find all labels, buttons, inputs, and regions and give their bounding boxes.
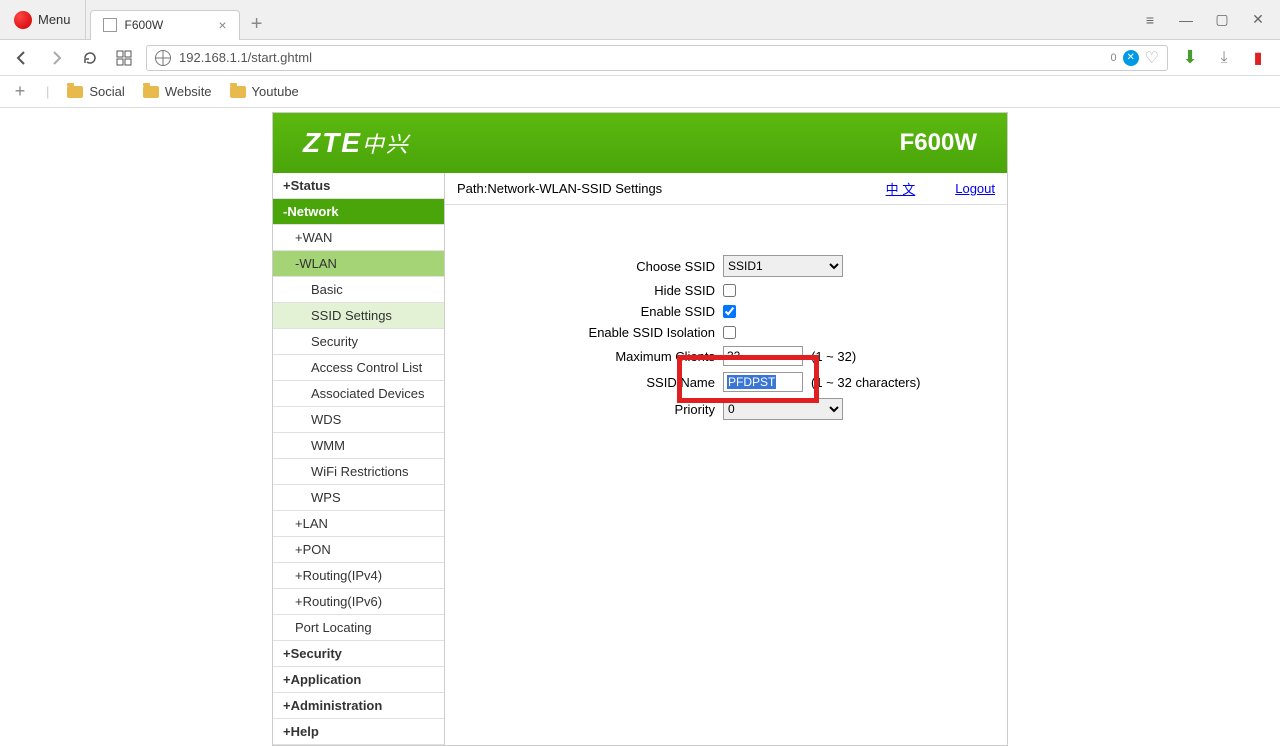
bookmark-website[interactable]: Website <box>143 84 212 99</box>
priority-select[interactable]: 0 <box>723 398 843 420</box>
zte-logo: ZTE中兴 <box>303 127 410 159</box>
sidebar-item-basic[interactable]: Basic <box>273 277 444 303</box>
sidebar-item-acl[interactable]: Access Control List <box>273 355 444 381</box>
language-link[interactable]: 中 文 <box>886 179 916 198</box>
back-button[interactable] <box>10 46 34 70</box>
adblock-icon[interactable]: ✕ <box>1123 50 1139 66</box>
opera-menu-button[interactable]: Menu <box>0 0 86 39</box>
breadcrumb: Path:Network-WLAN-SSID Settings <box>457 181 662 196</box>
download-tray-icon[interactable]: ⤓ <box>1212 46 1236 70</box>
max-clients-hint: (1 ~ 32) <box>811 349 856 364</box>
url-text: 192.168.1.1/start.ghtml <box>179 50 312 65</box>
browser-tab[interactable]: F600W × <box>90 10 240 40</box>
opera-logo-icon <box>14 11 32 29</box>
bookmark-social[interactable]: Social <box>67 84 124 99</box>
model-label: F600W <box>900 129 977 157</box>
isolation-label: Enable SSID Isolation <box>465 325 715 340</box>
max-clients-input[interactable] <box>723 346 803 366</box>
blocker-count: 0 <box>1111 52 1117 64</box>
sidebar-item-wifi-restrictions[interactable]: WiFi Restrictions <box>273 459 444 485</box>
add-bookmark-button[interactable]: + <box>12 84 28 100</box>
hide-ssid-label: Hide SSID <box>465 283 715 298</box>
enable-ssid-label: Enable SSID <box>465 304 715 319</box>
sidebar-item-wps[interactable]: WPS <box>273 485 444 511</box>
sidebar-toggle-icon[interactable]: ▮ <box>1246 46 1270 70</box>
max-clients-label: Maximum Clients <box>465 349 715 364</box>
choose-ssid-label: Choose SSID <box>465 259 715 274</box>
choose-ssid-select[interactable]: SSID1 <box>723 255 843 277</box>
sidebar-item-lan[interactable]: +LAN <box>273 511 444 537</box>
new-tab-button[interactable]: + <box>242 10 272 40</box>
maximize-button[interactable]: ▢ <box>1208 6 1236 34</box>
folder-icon <box>230 86 246 98</box>
sidebar-item-pon[interactable]: +PON <box>273 537 444 563</box>
folder-icon <box>67 86 83 98</box>
reload-button[interactable] <box>78 46 102 70</box>
sidebar-item-security[interactable]: +Security <box>273 641 444 667</box>
priority-label: Priority <box>465 402 715 417</box>
sidebar-item-associated[interactable]: Associated Devices <box>273 381 444 407</box>
speed-dial-button[interactable] <box>112 46 136 70</box>
address-bar[interactable]: 192.168.1.1/start.ghtml 0 ✕ ♡ <box>146 45 1168 71</box>
downloads-button[interactable]: ⬇ <box>1178 46 1202 70</box>
sidebar-item-administration[interactable]: +Administration <box>273 693 444 719</box>
sidebar-item-status[interactable]: +Status <box>273 173 444 199</box>
sidebar-item-security-sub[interactable]: Security <box>273 329 444 355</box>
ssid-name-hint: (1 ~ 32 characters) <box>811 375 920 390</box>
ssid-name-input[interactable]: PFDPST <box>723 372 803 392</box>
enable-ssid-checkbox[interactable] <box>723 305 736 318</box>
sidebar-item-ssid-settings[interactable]: SSID Settings <box>273 303 444 329</box>
easy-setup-icon[interactable]: ≡ <box>1136 6 1164 34</box>
sidebar-item-routing6[interactable]: +Routing(IPv6) <box>273 589 444 615</box>
page-icon <box>103 18 117 32</box>
bookmark-heart-icon[interactable]: ♡ <box>1145 48 1159 68</box>
sidebar-item-port-locating[interactable]: Port Locating <box>273 615 444 641</box>
bookmark-youtube[interactable]: Youtube <box>230 84 299 99</box>
isolation-checkbox[interactable] <box>723 326 736 339</box>
forward-button[interactable] <box>44 46 68 70</box>
menu-label: Menu <box>38 12 71 27</box>
hide-ssid-checkbox[interactable] <box>723 284 736 297</box>
folder-icon <box>143 86 159 98</box>
sidebar-item-wmm[interactable]: WMM <box>273 433 444 459</box>
sidebar-item-routing4[interactable]: +Routing(IPv4) <box>273 563 444 589</box>
router-header: ZTE中兴 F600W <box>273 113 1007 173</box>
logout-link[interactable]: Logout <box>955 181 995 196</box>
close-button[interactable]: ✕ <box>1244 6 1272 34</box>
sidebar-item-wlan[interactable]: -WLAN <box>273 251 444 277</box>
close-icon[interactable]: × <box>218 17 226 33</box>
minimize-button[interactable]: — <box>1172 6 1200 34</box>
sidebar-item-help[interactable]: +Help <box>273 719 444 745</box>
sidebar: +Status -Network +WAN -WLAN Basic SSID S… <box>273 173 445 745</box>
sidebar-item-application[interactable]: +Application <box>273 667 444 693</box>
sidebar-item-network[interactable]: -Network <box>273 199 444 225</box>
sidebar-item-wan[interactable]: +WAN <box>273 225 444 251</box>
sidebar-item-wds[interactable]: WDS <box>273 407 444 433</box>
ssid-name-label: SSID Name <box>465 375 715 390</box>
globe-icon <box>155 50 171 66</box>
tab-title: F600W <box>125 18 164 32</box>
